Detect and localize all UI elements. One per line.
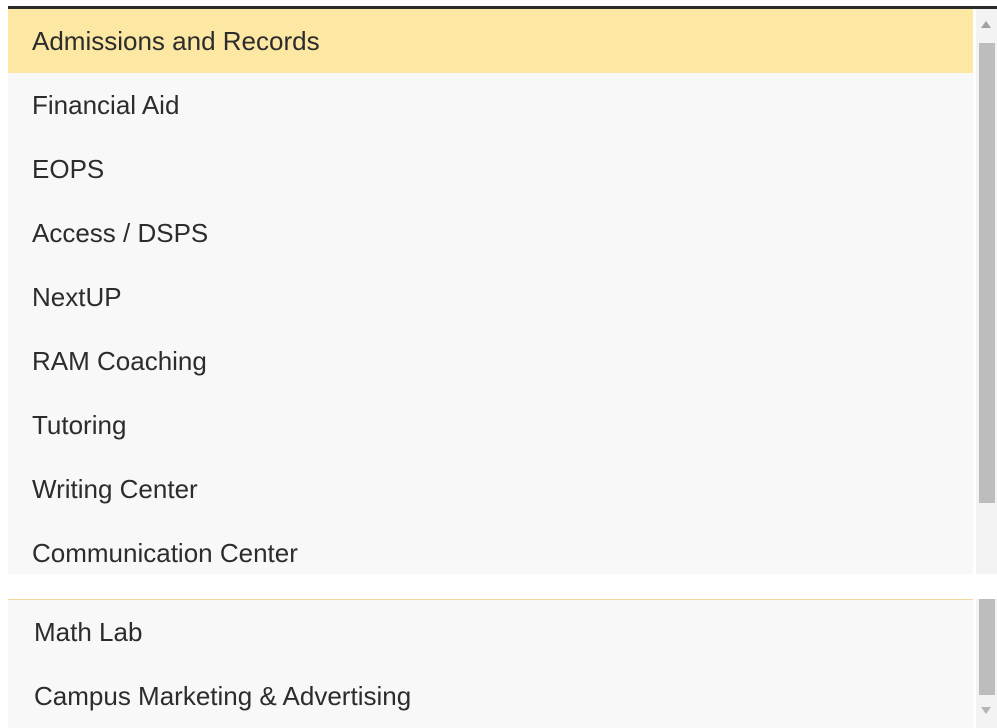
scrollbar-thumb[interactable] [979, 43, 995, 503]
list-item-ram-coaching[interactable]: RAM Coaching [8, 329, 973, 393]
screenshot-gap [0, 574, 997, 599]
list-item-label: Writing Center [32, 473, 198, 504]
list-item-access-dsps[interactable]: Access / DSPS [8, 201, 973, 265]
screenshot-frame: Admissions and Records Financial Aid EOP… [0, 0, 997, 728]
list-item-tutoring[interactable]: Tutoring [8, 393, 973, 457]
list-item-financial-aid[interactable]: Financial Aid [8, 73, 973, 137]
dropdown-list-continued[interactable]: Math Lab Campus Marketing & Advertising [8, 599, 973, 728]
list-item-label: RAM Coaching [32, 345, 207, 376]
list-item-label: EOPS [32, 153, 105, 184]
list-item-label: Campus Marketing & Advertising [34, 680, 412, 711]
list-item-communication-center[interactable]: Communication Center [8, 521, 973, 574]
list-item-eops[interactable]: EOPS [8, 137, 973, 201]
list-item-label: Access / DSPS [32, 217, 209, 248]
scrollbar-track[interactable] [976, 9, 997, 574]
list-item-campus-marketing-advertising[interactable]: Campus Marketing & Advertising [8, 664, 973, 728]
list-item-nextup[interactable]: NextUP [8, 265, 973, 329]
list-item-label: Financial Aid [32, 89, 180, 120]
list-item-label: Tutoring [32, 409, 127, 440]
scroll-up-arrow-icon[interactable] [981, 21, 991, 28]
list-item-label: Admissions and Records [32, 25, 320, 56]
dropdown-list[interactable]: Admissions and Records Financial Aid EOP… [8, 9, 973, 574]
list-item-label: Communication Center [32, 537, 298, 568]
list-item-label: Math Lab [34, 616, 143, 647]
list-item-math-lab[interactable]: Math Lab [8, 600, 973, 664]
list-item-admissions-and-records[interactable]: Admissions and Records [8, 9, 973, 73]
list-item-writing-center[interactable]: Writing Center [8, 457, 973, 521]
list-item-label: NextUP [32, 281, 122, 312]
scrollbar-track[interactable] [976, 599, 997, 728]
scrollbar-thumb[interactable] [979, 599, 995, 695]
scroll-down-arrow-icon[interactable] [981, 707, 991, 714]
